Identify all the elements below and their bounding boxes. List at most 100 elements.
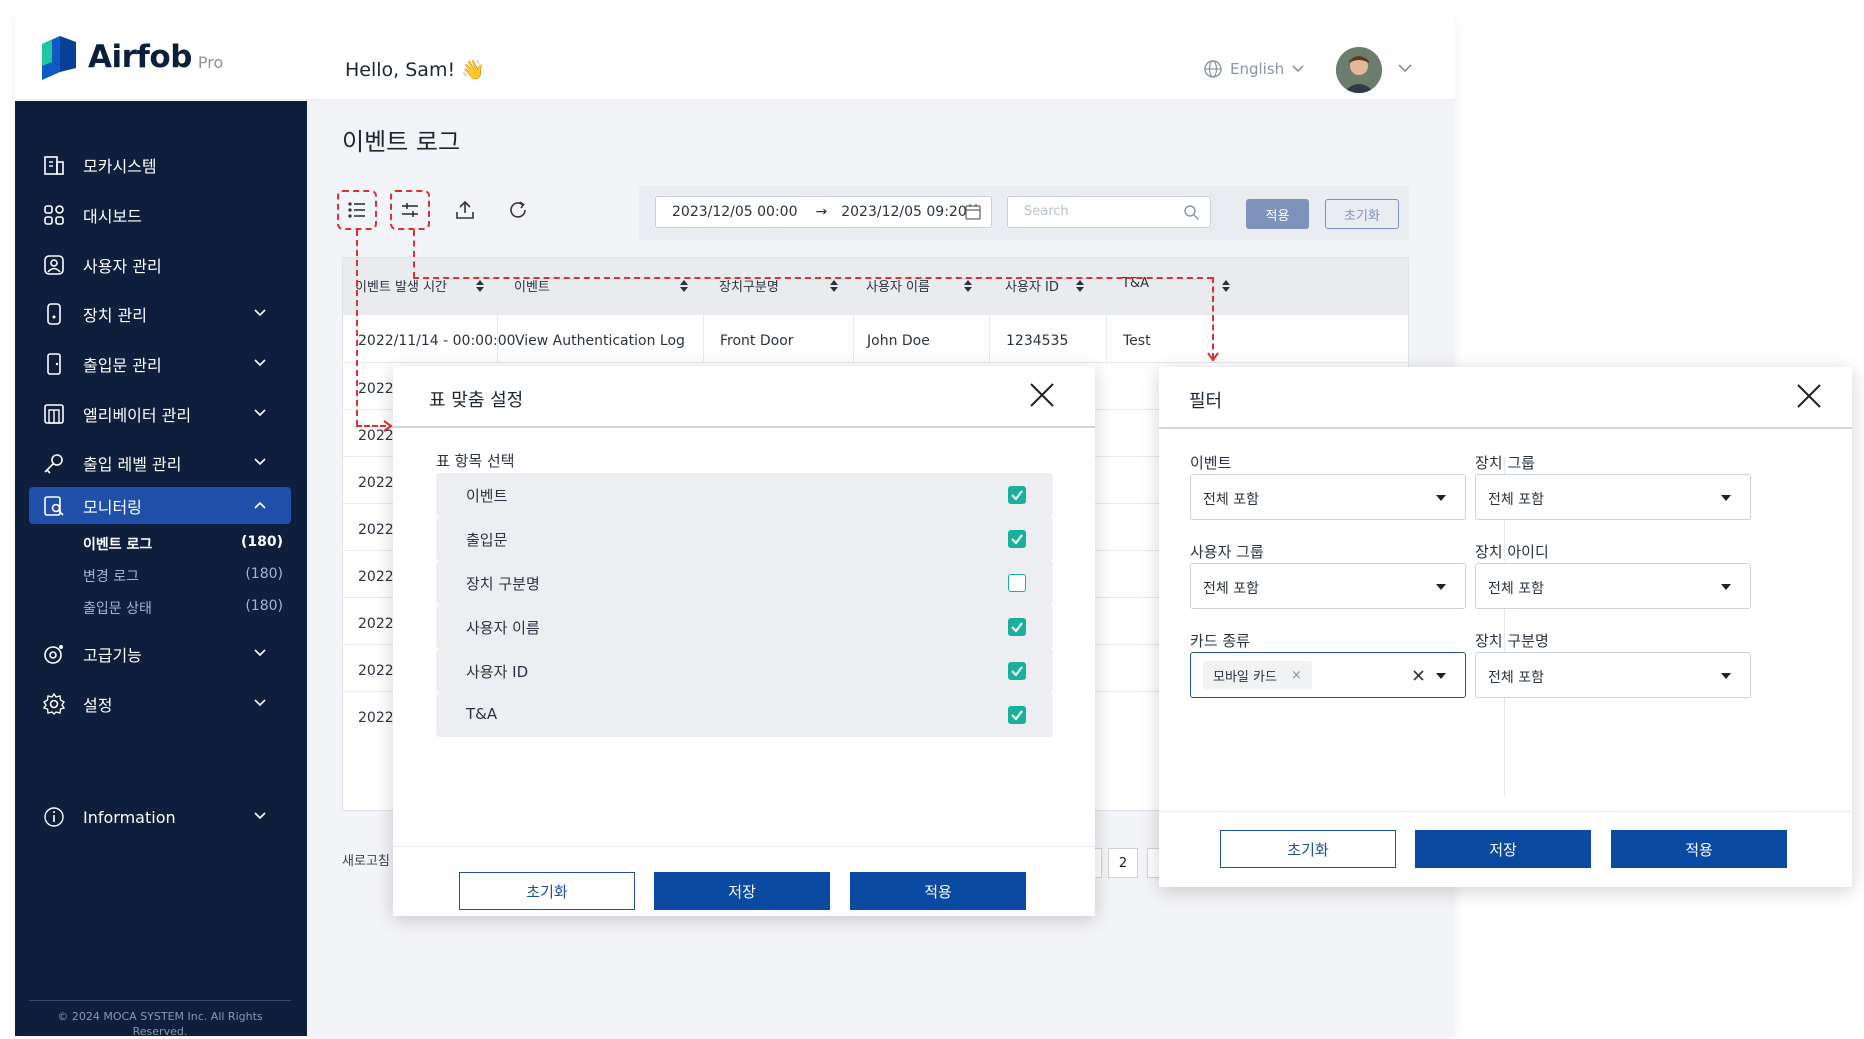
pagination-page[interactable]: 2 [1108, 848, 1138, 878]
search-input[interactable] [1024, 204, 1174, 219]
table-cell: 2022 [358, 381, 394, 397]
chevron-up-icon [254, 501, 266, 509]
filter-select[interactable]: 전체 포함 [1475, 652, 1751, 698]
filter-select[interactable]: 전체 포함 [1475, 563, 1751, 609]
sidebar-item-dashboard[interactable]: 대시보드 [29, 194, 291, 236]
column-settings-button[interactable] [337, 190, 377, 230]
checkbox[interactable] [1008, 530, 1026, 548]
sidebar-item-elevators[interactable]: 엘리베이터 관리 [29, 393, 291, 435]
select-value: 전체 포함 [1203, 492, 1259, 508]
sort-icon[interactable] [679, 279, 689, 293]
filter-select[interactable]: 모바일 카드 × [1190, 652, 1466, 698]
date-range-picker[interactable]: 2023/12/05 00:00 → 2023/12/05 09:20 [655, 196, 992, 228]
apply-button[interactable]: 적용 [1611, 830, 1787, 868]
caret-down-icon [1436, 495, 1446, 501]
chevron-down-icon [254, 309, 266, 317]
sidebar-item-label: 설정 [83, 696, 113, 715]
close-icon[interactable] [1027, 380, 1057, 410]
apply-button[interactable]: 적용 [1246, 199, 1309, 229]
sidebar-item-label: 대시보드 [83, 207, 142, 226]
column-option[interactable]: T&A [436, 693, 1053, 737]
sort-icon[interactable] [963, 279, 973, 293]
checkmark-icon [1011, 534, 1023, 545]
caret-down-icon [1721, 584, 1731, 590]
sidebar-item-devices[interactable]: 장치 관리 [29, 293, 291, 335]
language-selector[interactable]: English [1203, 59, 1305, 79]
checkbox[interactable] [1008, 486, 1026, 504]
filter-select[interactable]: 전체 포함 [1190, 563, 1466, 609]
avatar[interactable] [1336, 47, 1382, 93]
sort-icon[interactable] [829, 279, 839, 293]
annotation-arrow-icon [1207, 352, 1219, 362]
sort-icon[interactable] [1221, 279, 1231, 293]
select-value: 전체 포함 [1203, 581, 1259, 597]
gear-icon [42, 692, 66, 715]
date-arrow: → [815, 204, 828, 220]
column-option[interactable]: 출입문 [436, 517, 1053, 561]
logo[interactable]: Airfob Pro [38, 32, 223, 82]
reset-button[interactable]: 초기화 [1220, 830, 1396, 868]
column-divider [853, 314, 854, 362]
sidebar-subitem-door-status[interactable]: 출입문 상태 (180) [83, 598, 283, 618]
clear-icon[interactable] [1412, 669, 1425, 682]
sidebar-item-advanced[interactable]: 고급기능 [29, 633, 291, 675]
top-bar: Airfob Pro Hello, Sam! 👋 English [15, 14, 1455, 100]
sidebar-item-users[interactable]: 사용자 관리 [29, 244, 291, 286]
save-button[interactable]: 저장 [1415, 830, 1591, 868]
filter-label: 카드 종류 [1190, 632, 1250, 650]
column-option[interactable]: 사용자 ID [436, 649, 1053, 693]
close-icon[interactable] [1794, 381, 1824, 411]
sidebar-subitem-change-log[interactable]: 변경 로그 (180) [83, 566, 283, 586]
filter-select[interactable]: 전체 포함 [1475, 474, 1751, 520]
sidebar-subitem-event-log[interactable]: 이벤트 로그 (180) [83, 534, 283, 554]
save-button[interactable]: 저장 [654, 872, 830, 910]
refresh-button[interactable] [498, 190, 538, 230]
checkbox[interactable] [1008, 706, 1026, 724]
sidebar-item-settings[interactable]: 설정 [29, 683, 291, 725]
export-button[interactable] [445, 190, 485, 230]
column-option[interactable]: 이벤트 [436, 473, 1053, 517]
subitem-label: 변경 로그 [83, 569, 139, 585]
user-avatar-icon [1336, 47, 1382, 93]
filter-label: 장치 아이디 [1475, 543, 1549, 561]
sort-icon[interactable] [1075, 279, 1085, 293]
reset-button[interactable]: 초기화 [1325, 199, 1399, 229]
sidebar-item-moca[interactable]: 모카시스템 [29, 144, 291, 186]
search-icon [1184, 205, 1199, 220]
sidebar-item-access-levels[interactable]: 출입 레벨 관리 [29, 442, 291, 484]
sort-icon[interactable] [475, 279, 485, 293]
checkbox[interactable] [1008, 618, 1026, 636]
reset-button[interactable]: 초기화 [459, 872, 635, 910]
annotation-line [413, 230, 415, 278]
checkbox[interactable] [1008, 662, 1026, 680]
sidebar-item-label: 고급기능 [83, 646, 142, 665]
sidebar-item-label: 엘리베이터 관리 [83, 406, 192, 425]
page-title: 이벤트 로그 [342, 128, 461, 156]
search-field[interactable] [1007, 196, 1211, 228]
chevron-down-icon[interactable] [1396, 62, 1414, 74]
column-option[interactable]: 사용자 이름 [436, 605, 1053, 649]
filter-select[interactable]: 전체 포함 [1190, 474, 1466, 520]
sidebar-item-doors[interactable]: 출입문 관리 [29, 343, 291, 385]
upload-icon [456, 200, 474, 219]
apply-button[interactable]: 적용 [850, 872, 1026, 910]
checkmark-icon [1011, 622, 1023, 633]
sidebar-item-information[interactable]: Information [29, 796, 291, 838]
building-icon [44, 156, 64, 175]
tag-remove-icon[interactable]: × [1291, 668, 1302, 683]
tag-label: 모바일 카드 [1213, 669, 1277, 685]
table-row[interactable]: 2022/11/14 - 00:00:00 View Authentication… [343, 314, 1408, 362]
selected-tag[interactable]: 모바일 카드 × [1203, 661, 1312, 689]
table-cell: 2022 [358, 522, 394, 538]
filter-button[interactable] [390, 190, 430, 230]
sidebar-item-monitoring[interactable]: 모니터링 [29, 487, 291, 524]
column-option[interactable]: 장치 구분명 [436, 561, 1053, 605]
table-cell: 2022/11/14 - 00:00:00 [358, 333, 516, 349]
sidebar-item-label: 모니터링 [83, 497, 142, 517]
table-cell: 2022 [358, 616, 394, 632]
checkmark-icon [1011, 490, 1023, 501]
filter-modal: 필터 초기화 저장 적용 이벤트 전체 포함 장치 그룹 전체 포함 사용자 그룹 전체 … [1159, 367, 1852, 887]
column-option-label: 출입문 [466, 531, 508, 549]
filter-label: 사용자 그룹 [1190, 543, 1264, 561]
checkbox[interactable] [1008, 574, 1026, 592]
